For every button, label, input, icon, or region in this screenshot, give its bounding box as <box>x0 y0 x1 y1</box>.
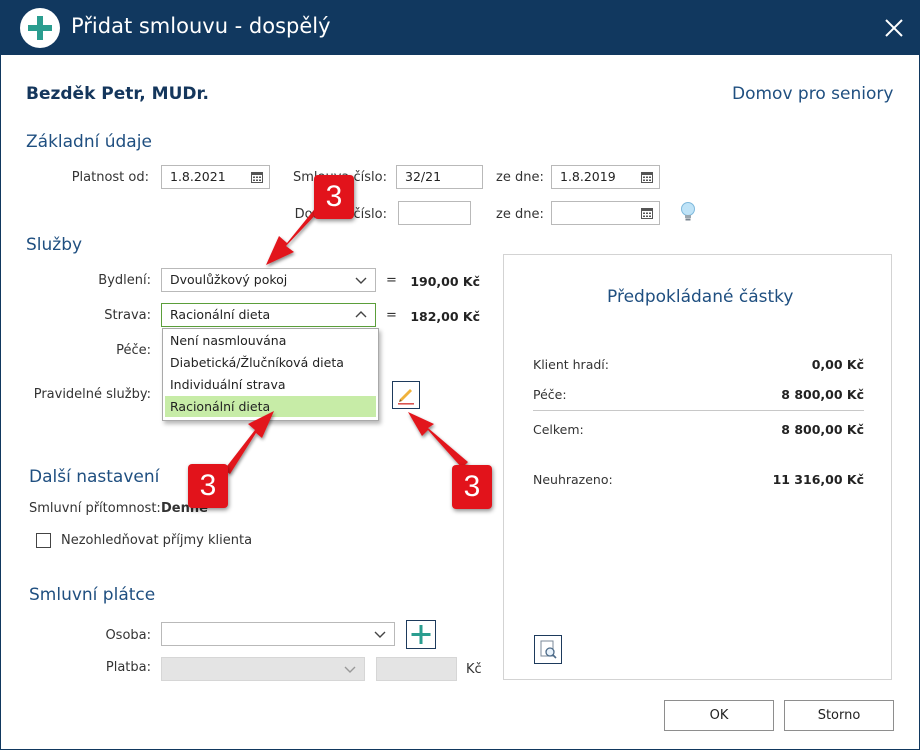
annotation-badge: 3 <box>314 175 354 219</box>
annotation-badge: 3 <box>452 465 492 509</box>
annotation-arrows <box>224 200 468 474</box>
annotation-badge: 3 <box>188 464 228 508</box>
annotation-arrow-edit <box>408 412 468 468</box>
annotation-arrow-food-option <box>224 411 274 474</box>
